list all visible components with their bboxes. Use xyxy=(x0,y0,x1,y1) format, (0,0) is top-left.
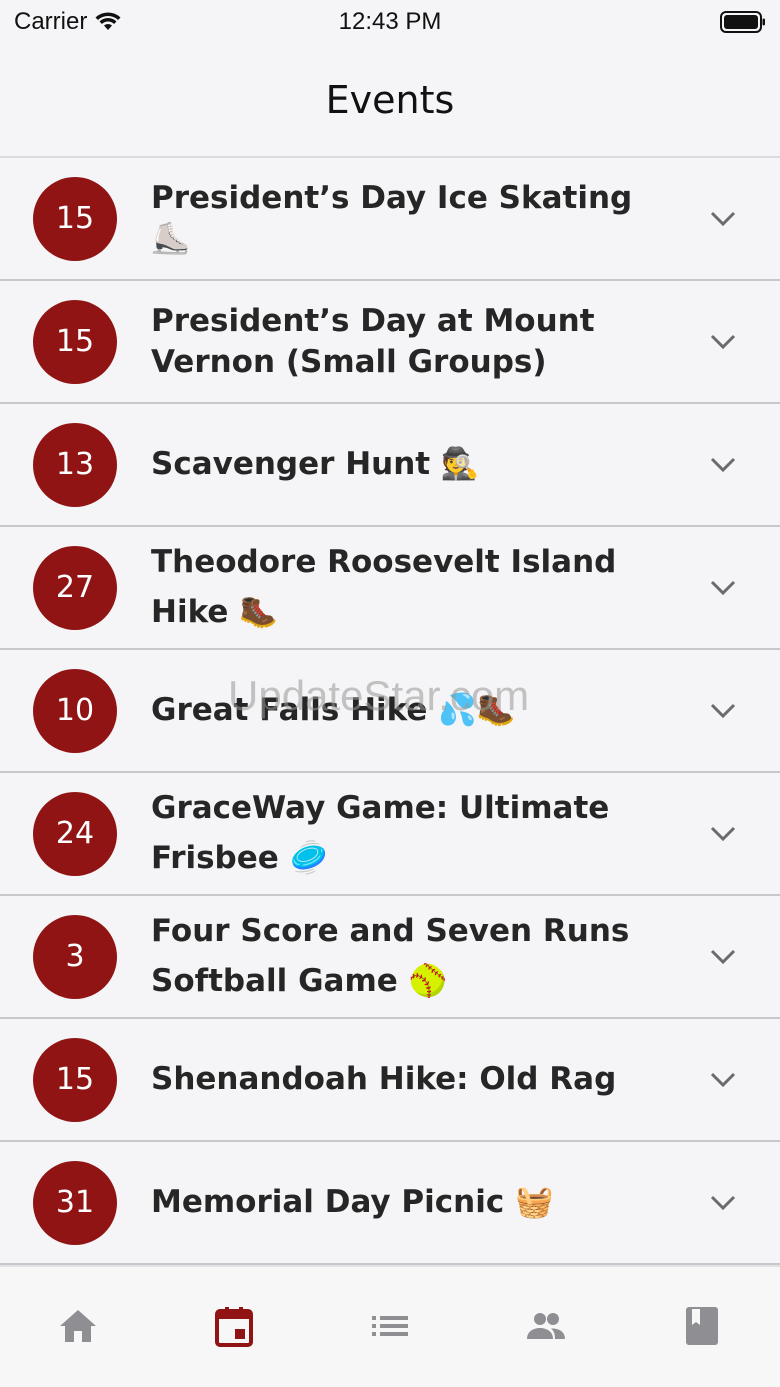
tab-bar xyxy=(0,1265,780,1387)
chevron-down-icon[interactable] xyxy=(710,826,736,842)
day-badge: 24 xyxy=(33,791,117,876)
calendar-icon xyxy=(215,1307,253,1347)
event-title: Theodore Roosevelt Island Hike 🥾 xyxy=(151,543,617,630)
tab-home[interactable] xyxy=(38,1305,118,1349)
event-list[interactable]: 15 President’s Day Ice Skating ⛸️ 15 Pre… xyxy=(0,158,780,1265)
event-row[interactable]: 13 Scavenger Hunt 🕵️ xyxy=(0,404,780,527)
day-badge: 15 xyxy=(33,176,117,261)
tab-events[interactable] xyxy=(194,1305,274,1349)
nav-bar: Events xyxy=(0,44,780,158)
tab-people[interactable] xyxy=(506,1305,586,1349)
day-badge: 15 xyxy=(33,1037,117,1122)
tab-list[interactable] xyxy=(350,1305,430,1349)
day-badge: 13 xyxy=(33,422,117,507)
event-row[interactable]: 24 GraceWay Game: Ultimate Frisbee 🥏 xyxy=(0,773,780,896)
day-badge: 31 xyxy=(33,1160,117,1245)
event-row[interactable]: 15 President’s Day Ice Skating ⛸️ xyxy=(0,158,780,281)
chevron-down-icon[interactable] xyxy=(710,457,736,473)
people-icon xyxy=(527,1313,565,1339)
event-row[interactable]: 10 Great Falls Hike 💦🥾 xyxy=(0,650,780,773)
day-badge: 3 xyxy=(33,914,117,999)
event-title: Memorial Day Picnic 🧺 xyxy=(151,1184,554,1221)
event-title: President’s Day at Mount Vernon (Small G… xyxy=(151,303,595,380)
day-badge: 27 xyxy=(33,545,117,630)
chevron-down-icon[interactable] xyxy=(710,949,736,965)
event-title: GraceWay Game: Ultimate Frisbee 🥏 xyxy=(151,789,610,876)
event-row[interactable]: 15 Shenandoah Hike: Old Rag xyxy=(0,1019,780,1142)
event-title: Great Falls Hike 💦🥾 xyxy=(151,692,516,729)
chevron-down-icon[interactable] xyxy=(710,1072,736,1088)
event-row[interactable]: 27 Theodore Roosevelt Island Hike 🥾 xyxy=(0,527,780,650)
event-title: Four Score and Seven Runs Softball Game … xyxy=(151,912,630,999)
chevron-down-icon[interactable] xyxy=(710,580,736,596)
list-icon xyxy=(372,1316,408,1336)
home-icon xyxy=(60,1310,96,1342)
page-title: Events xyxy=(325,78,455,122)
event-title: President’s Day Ice Skating ⛸️ xyxy=(151,180,633,257)
chevron-down-icon[interactable] xyxy=(710,334,736,350)
battery-icon xyxy=(720,11,765,33)
status-bar: Carrier 12:43 PM xyxy=(0,0,780,44)
event-title: Shenandoah Hike: Old Rag xyxy=(151,1061,617,1098)
book-icon xyxy=(686,1307,718,1345)
chevron-down-icon[interactable] xyxy=(710,703,736,719)
status-time: 12:43 PM xyxy=(338,8,442,35)
event-row[interactable]: 31 Memorial Day Picnic 🧺 xyxy=(0,1142,780,1265)
chevron-down-icon[interactable] xyxy=(710,1195,736,1211)
chevron-down-icon[interactable] xyxy=(710,211,736,227)
day-badge: 10 xyxy=(33,668,117,753)
event-row[interactable]: 15 President’s Day at Mount Vernon (Smal… xyxy=(0,281,780,404)
event-title: Scavenger Hunt 🕵️ xyxy=(151,446,480,483)
tab-resources[interactable] xyxy=(662,1305,742,1349)
day-badge: 15 xyxy=(33,299,117,384)
event-row[interactable]: 3 Four Score and Seven Runs Softball Gam… xyxy=(0,896,780,1019)
